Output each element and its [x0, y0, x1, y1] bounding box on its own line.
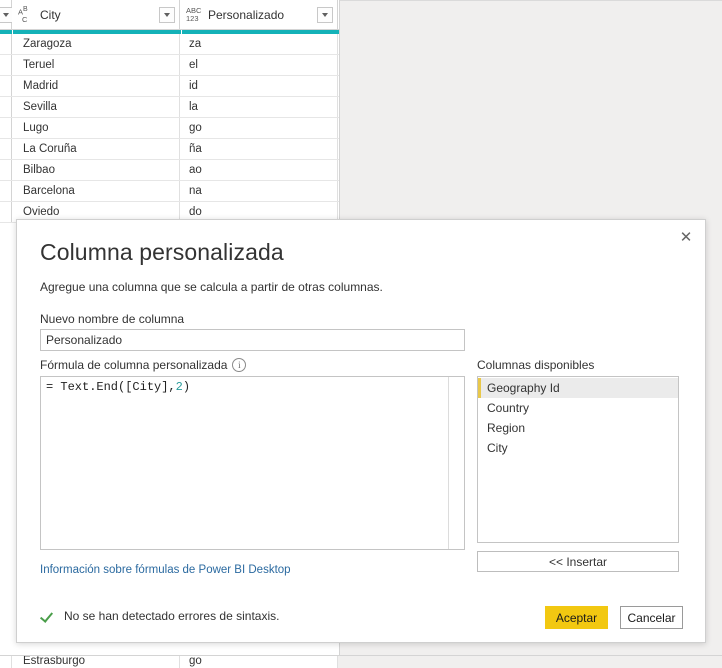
table-row[interactable]: La Coruña ña	[0, 139, 339, 160]
cell-personalizado[interactable]: la	[180, 97, 338, 117]
cancel-button[interactable]: Cancelar	[620, 606, 683, 629]
table-row[interactable]: Zaragoza za	[0, 34, 339, 55]
formula-text: = Text.End([City],2)	[46, 380, 446, 394]
abc-text-icon: AB C	[18, 5, 28, 24]
custom-column-dialog: ✕ Columna personalizada Agregue una colu…	[16, 219, 706, 643]
syntax-status: No se han detectado errores de sintaxis.	[41, 609, 279, 623]
dialog-subtitle: Agregue una columna que se calcula a par…	[40, 280, 383, 294]
row-number-cell	[0, 202, 12, 222]
city-filter-button[interactable]	[159, 6, 175, 23]
table-row: Estrasburgo go	[0, 656, 722, 668]
row-number-cell	[0, 76, 12, 96]
cell-city[interactable]: Zaragoza	[12, 34, 180, 54]
column-header-city[interactable]: AB C City	[12, 0, 180, 29]
formula-scrollbar[interactable]	[448, 377, 464, 549]
grid-header-row: AB C City ABC 123 Personalizado	[0, 0, 339, 30]
table-row[interactable]: Lugo go	[0, 118, 339, 139]
formula-label: Fórmula de columna personalizada	[40, 358, 228, 372]
column-header-personalizado-label: Personalizado	[208, 7, 285, 22]
row-number-cell	[0, 181, 12, 201]
cell-empty	[338, 656, 722, 668]
cell-personalizado[interactable]: go	[180, 118, 338, 138]
accept-button[interactable]: Aceptar	[545, 606, 608, 629]
cell-personalizado[interactable]: el	[180, 55, 338, 75]
syntax-status-text: No se han detectado errores de sintaxis.	[64, 609, 280, 623]
new-column-name-input[interactable]	[40, 329, 465, 351]
info-icon[interactable]: i	[232, 358, 247, 372]
formula-help-link[interactable]: Información sobre fórmulas de Power BI D…	[40, 564, 291, 576]
formula-label-group: Fórmula de columna personalizada i	[40, 358, 247, 372]
cell-personalizado: go	[180, 656, 338, 668]
new-column-name-label: Nuevo nombre de columna	[40, 312, 185, 326]
cell-personalizado[interactable]: ña	[180, 139, 338, 159]
table-row[interactable]: Barcelona na	[0, 181, 339, 202]
row-number-cell	[0, 656, 12, 668]
grid-bottom-partial-row-strip: Estrasburgo go	[0, 655, 722, 668]
chevron-down-icon	[322, 12, 328, 17]
cell-personalizado[interactable]: ao	[180, 160, 338, 180]
column-header-city-label: City	[40, 7, 61, 22]
cell-city[interactable]: Lugo	[12, 118, 180, 138]
available-columns-list[interactable]: Geography Id Country Region City	[477, 376, 679, 543]
table-row[interactable]: Sevilla la	[0, 97, 339, 118]
formula-suffix: )	[182, 380, 191, 394]
column-header-personalizado[interactable]: ABC 123 Personalizado	[180, 0, 338, 29]
chevron-down-icon	[2, 12, 9, 17]
available-column-item[interactable]: Region	[478, 418, 678, 438]
table-row[interactable]: Teruel el	[0, 55, 339, 76]
cell-personalizado[interactable]: za	[180, 34, 338, 54]
formula-number: 2	[175, 380, 183, 394]
cell-personalizado[interactable]: id	[180, 76, 338, 96]
cell-personalizado[interactable]: na	[180, 181, 338, 201]
chevron-down-icon	[164, 12, 170, 17]
row-number-cell	[0, 97, 12, 117]
row-number-cell	[0, 118, 12, 138]
grid-header-rownum-cell	[0, 0, 14, 29]
cell-city[interactable]: Teruel	[12, 55, 180, 75]
row-number-cell	[0, 160, 12, 180]
personalizado-filter-button[interactable]	[317, 6, 333, 23]
cell-city[interactable]: Bilbao	[12, 160, 180, 180]
table-row[interactable]: Madrid id	[0, 76, 339, 97]
row-number-cell	[0, 55, 12, 75]
page-title: Columna personalizada	[40, 239, 284, 265]
available-column-item[interactable]: Geography Id	[478, 378, 678, 398]
table-row[interactable]: Bilbao ao	[0, 160, 339, 181]
close-icon[interactable]: ✕	[671, 224, 701, 250]
available-column-item[interactable]: Country	[478, 398, 678, 418]
row-number-cell	[0, 34, 12, 54]
cell-city[interactable]: Madrid	[12, 76, 180, 96]
available-column-item[interactable]: City	[478, 438, 678, 458]
cell-city[interactable]: Barcelona	[12, 181, 180, 201]
check-icon	[41, 609, 55, 623]
grid-rows-container: Zaragoza za Teruel el Madrid id Sevilla la Lugo g…	[0, 34, 339, 223]
cell-city[interactable]: Sevilla	[12, 97, 180, 117]
cell-city: Estrasburgo	[12, 656, 180, 668]
available-columns-label: Columnas disponibles	[477, 358, 595, 372]
cell-city[interactable]: La Coruña	[12, 139, 180, 159]
formula-editor[interactable]: = Text.End([City],2)	[40, 376, 465, 550]
formula-prefix: = Text.End([City],	[46, 380, 176, 394]
insert-button[interactable]: << Insertar	[477, 551, 679, 572]
abc123-any-icon: ABC 123	[186, 6, 202, 23]
row-number-cell	[0, 139, 12, 159]
